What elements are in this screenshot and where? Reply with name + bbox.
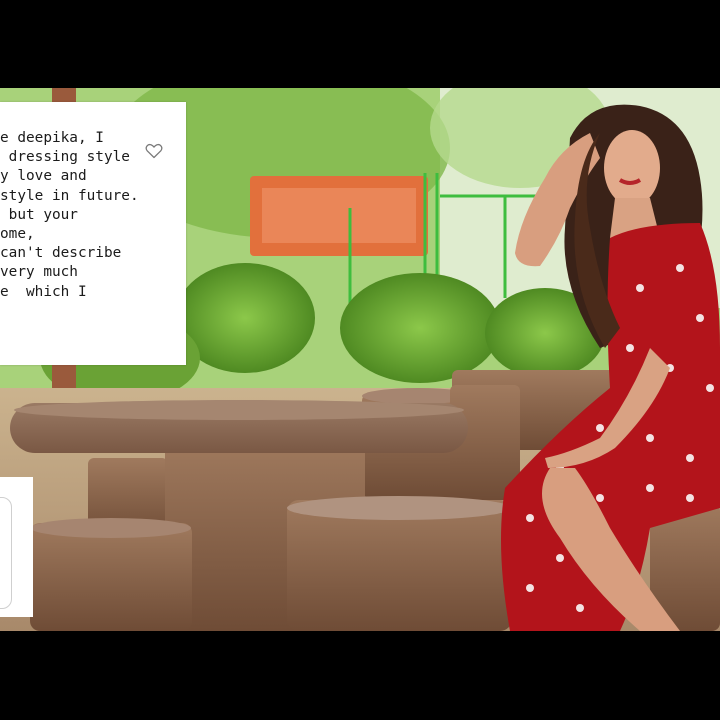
comment-card: e deepika, I dressing style y love and s… <box>0 102 186 365</box>
comment-line: but your <box>0 206 78 223</box>
video-frame: e deepika, I dressing style y love and s… <box>0 0 720 720</box>
bush-middle <box>340 273 500 383</box>
comment-line: very much <box>0 264 78 281</box>
comment-line: e which I <box>0 283 87 300</box>
comment-line: can't describe <box>0 245 122 262</box>
front-stool-middle-top <box>287 496 511 520</box>
comment-line: style in future. <box>0 187 139 204</box>
comment-line: ome, <box>0 226 35 243</box>
front-stool-left-top <box>31 518 191 538</box>
reply-input-edge <box>0 497 12 609</box>
comment-line: dressing style <box>0 149 130 166</box>
table-top-highlight <box>14 400 464 420</box>
orange-slide-panel <box>262 188 416 243</box>
secondary-comment-card <box>0 477 33 617</box>
front-stool-left <box>30 523 192 631</box>
comment-line: e deepika, I <box>0 130 104 146</box>
comment-line: y love and <box>0 168 87 185</box>
heart-outline-icon[interactable] <box>145 143 163 159</box>
